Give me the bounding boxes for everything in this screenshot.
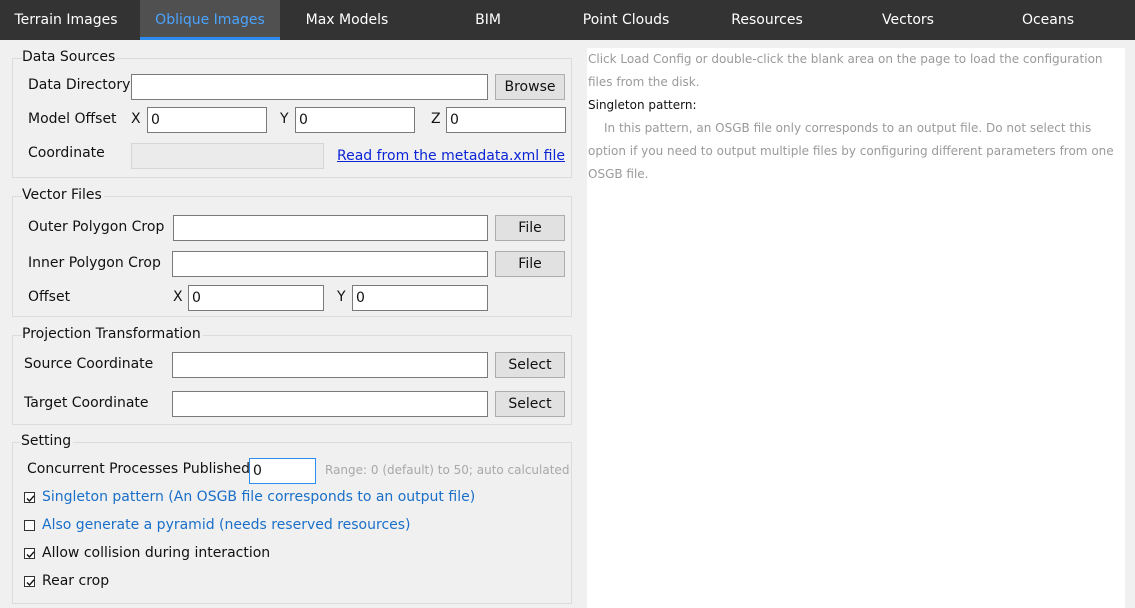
tab-point-clouds[interactable]: Point Clouds — [556, 0, 696, 40]
tab-resources[interactable]: Resources — [697, 0, 837, 40]
tab-max-models[interactable]: Max Models — [277, 0, 417, 40]
model-offset-y-label: Y — [280, 111, 289, 127]
option-singleton-pattern[interactable]: Singleton pattern (An OSGB file correspo… — [24, 488, 475, 506]
help-body-text: In this pattern, an OSGB file only corre… — [588, 121, 1114, 181]
checkbox-checked-icon[interactable] — [24, 547, 35, 559]
model-offset-y-input[interactable] — [295, 107, 415, 133]
target-coordinate-select-button[interactable]: Select — [495, 391, 565, 417]
option-generate-pyramid[interactable]: Also generate a pyramid (needs reserved … — [24, 516, 411, 534]
option-collision-label: Allow collision during interaction — [42, 545, 271, 561]
inner-polygon-file-button[interactable]: File — [495, 251, 565, 277]
source-coordinate-select-button[interactable]: Select — [495, 352, 565, 378]
help-panel[interactable]: Click Load Config or double-click the bl… — [587, 48, 1125, 608]
data-sources-title: Data Sources — [22, 49, 118, 65]
outer-polygon-label: Outer Polygon Crop — [28, 219, 165, 235]
model-offset-x-input[interactable] — [147, 107, 267, 133]
tab-bar: Terrain Images Oblique Images Max Models… — [0, 0, 1135, 40]
option-allow-collision[interactable]: Allow collision during interaction — [24, 544, 270, 562]
vector-offset-label: Offset — [28, 289, 71, 305]
tab-bim[interactable]: BIM — [418, 0, 558, 40]
inner-polygon-input[interactable] — [172, 251, 488, 277]
model-offset-label: Model Offset — [28, 111, 117, 127]
vector-offset-x-input[interactable] — [188, 285, 324, 311]
option-rear-crop[interactable]: Rear crop — [24, 572, 109, 590]
vector-offset-y-label: Y — [337, 289, 346, 305]
data-directory-input[interactable] — [131, 74, 488, 100]
coordinate-label: Coordinate — [28, 145, 105, 161]
tab-terrain-images[interactable]: Terrain Images — [0, 0, 132, 40]
tab-oblique-images[interactable]: Oblique Images — [140, 0, 280, 40]
option-singleton-label: Singleton pattern (An OSGB file correspo… — [42, 489, 476, 505]
concurrent-processes-label: Concurrent Processes Published — [27, 461, 251, 477]
outer-polygon-input[interactable] — [173, 215, 488, 241]
concurrent-processes-input[interactable] — [249, 458, 316, 484]
vector-offset-x-label: X — [173, 289, 183, 305]
browse-button[interactable]: Browse — [495, 74, 565, 100]
model-offset-x-label: X — [131, 111, 141, 127]
model-offset-z-label: Z — [431, 111, 441, 127]
projection-title: Projection Transformation — [22, 326, 203, 342]
option-pyramid-label: Also generate a pyramid (needs reserved … — [42, 517, 411, 533]
setting-title: Setting — [21, 433, 74, 449]
source-coordinate-input[interactable] — [172, 352, 488, 378]
checkbox-checked-icon[interactable] — [24, 491, 35, 503]
target-coordinate-label: Target Coordinate — [24, 395, 149, 411]
inner-polygon-label: Inner Polygon Crop — [28, 255, 161, 271]
help-intro-text: Click Load Config or double-click the bl… — [588, 52, 1103, 89]
source-coordinate-label: Source Coordinate — [24, 356, 154, 372]
coordinate-input — [131, 143, 324, 169]
read-metadata-link[interactable]: Read from the metadata.xml file — [337, 148, 565, 164]
model-offset-z-input[interactable] — [446, 107, 566, 133]
vector-offset-y-input[interactable] — [352, 285, 488, 311]
tab-vectors[interactable]: Vectors — [838, 0, 978, 40]
checkbox-unchecked-icon[interactable] — [24, 519, 35, 531]
option-rear-crop-label: Rear crop — [42, 573, 110, 589]
help-heading: Singleton pattern: — [588, 98, 697, 112]
vector-files-title: Vector Files — [22, 187, 104, 203]
outer-polygon-file-button[interactable]: File — [495, 215, 565, 241]
data-directory-label: Data Directory — [28, 77, 131, 93]
range-hint: Range: 0 (default) to 50; auto calculate… — [325, 463, 570, 477]
checkbox-checked-icon[interactable] — [24, 575, 35, 587]
tab-oceans[interactable]: Oceans — [978, 0, 1118, 40]
target-coordinate-input[interactable] — [172, 391, 488, 417]
